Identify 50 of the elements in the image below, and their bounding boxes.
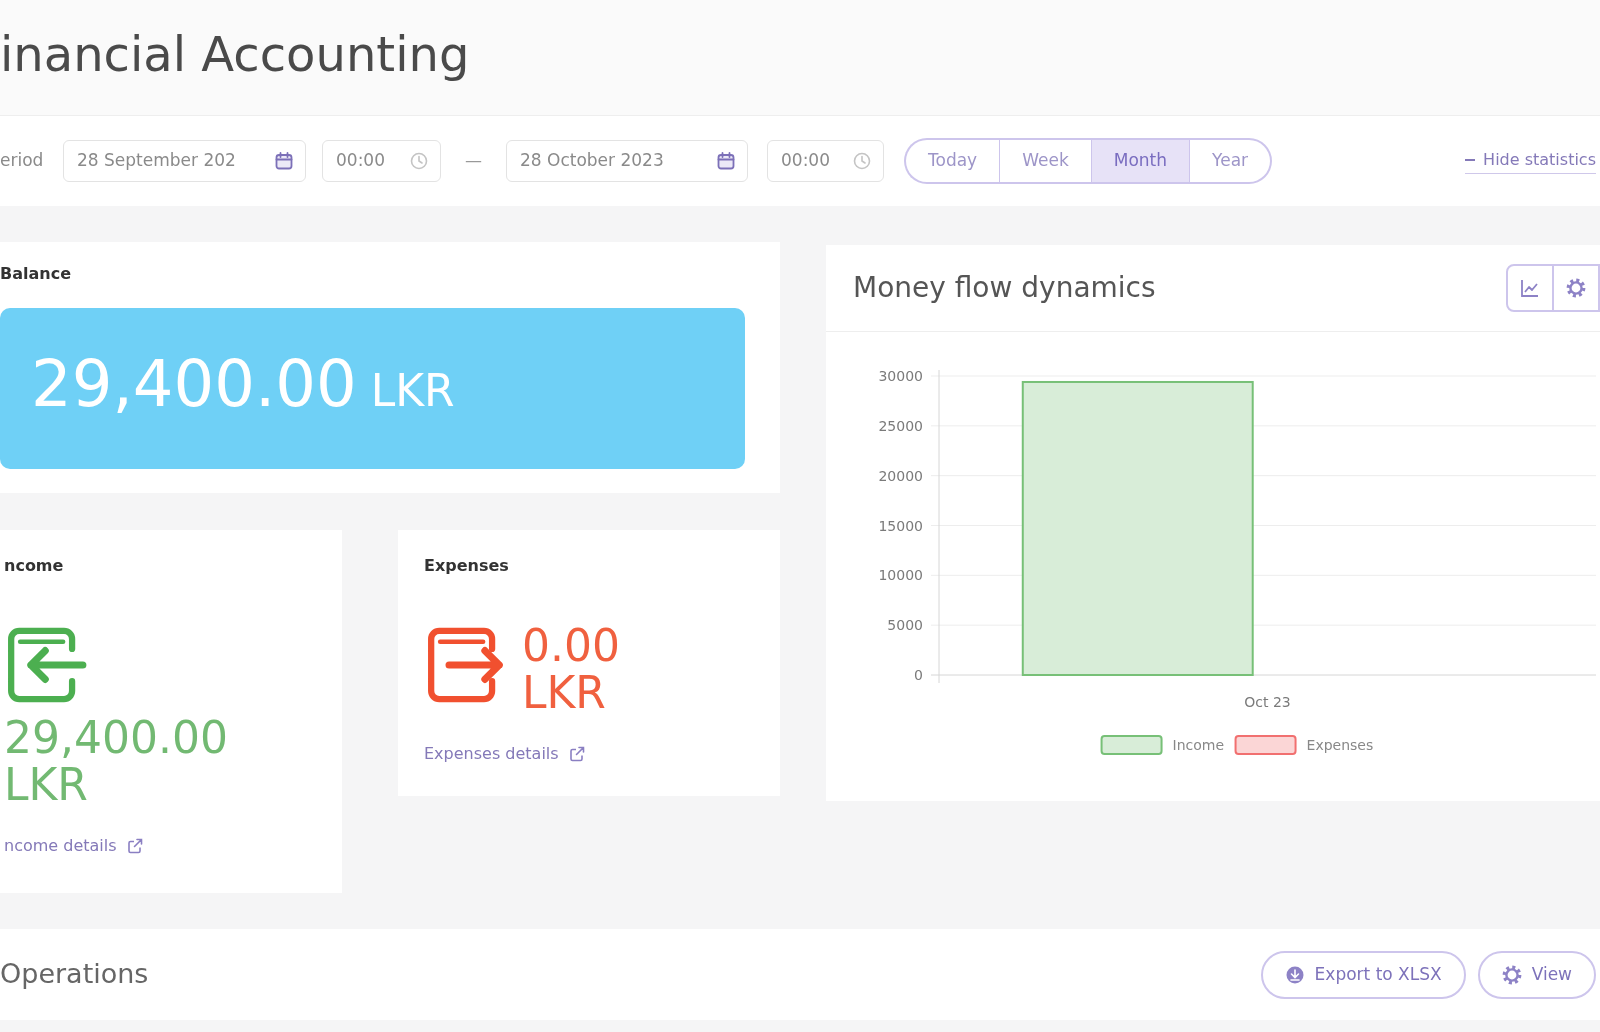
range-tab[interactable]: Today	[904, 138, 1000, 184]
range-tab[interactable]: Year	[1189, 138, 1273, 184]
range-separator: —	[464, 149, 483, 173]
balance-currency: LKR	[370, 368, 455, 413]
card-title: Balance	[0, 263, 72, 285]
chart-type-button[interactable]	[1506, 264, 1554, 312]
details-link[interactable]: ncome details	[4, 834, 143, 858]
range-tab[interactable]: Month	[1090, 138, 1190, 184]
range-tab[interactable]: Week	[999, 138, 1091, 184]
gear-icon	[1566, 278, 1586, 298]
time-field[interactable]: 00:00	[322, 140, 441, 182]
x-axis-label: Oct 23	[1244, 694, 1291, 710]
external-link-icon	[126, 838, 143, 854]
download-icon	[1284, 964, 1305, 985]
y-axis-label: 15000	[878, 517, 923, 534]
external-link-icon	[568, 746, 585, 762]
clock-icon	[853, 152, 871, 170]
chart-settings-button[interactable]	[1554, 264, 1600, 312]
view-button[interactable]: View	[1477, 950, 1596, 999]
card-title: Expenses	[424, 555, 510, 577]
y-axis-label: 10000	[878, 567, 923, 584]
time-field[interactable]: 00:00	[767, 140, 884, 182]
line-chart-icon	[1520, 278, 1540, 298]
card-title: ncome	[4, 555, 65, 577]
hide-statistics-link[interactable]: Hide statistics	[1465, 148, 1596, 174]
export-button[interactable]: Export to XLSX	[1260, 950, 1466, 999]
legend-label[interactable]: Income	[1172, 737, 1225, 753]
calendar-icon	[275, 152, 293, 170]
balance-amount: 29,400.00	[31, 351, 357, 416]
date-field[interactable]: 28 September 202	[63, 140, 306, 182]
calendar-icon	[717, 152, 735, 170]
y-axis-label: 25000	[878, 417, 923, 434]
y-axis-label: 5000	[887, 617, 923, 634]
section-title: Operations	[0, 957, 149, 992]
amount-currency: LKR	[4, 761, 89, 808]
page-title: inancial Accounting	[0, 24, 470, 83]
minus-icon	[1465, 159, 1476, 161]
amount-value: 0.00	[522, 622, 621, 669]
amount-currency: LKR	[522, 669, 607, 716]
details-link[interactable]: Expenses details	[424, 742, 585, 766]
y-axis-label: 30000	[878, 368, 923, 384]
amount-value: 29,400.00	[4, 714, 229, 761]
chart-title: Money flow dynamics	[853, 270, 1156, 306]
date-field[interactable]: 28 October 2023	[506, 140, 748, 182]
y-axis-label: 20000	[878, 467, 923, 484]
legend-label[interactable]: Expenses	[1306, 737, 1374, 753]
period-label: eriod	[0, 149, 45, 173]
clock-icon	[410, 152, 428, 170]
gear-icon	[1501, 964, 1522, 985]
y-axis-label: 0	[914, 667, 923, 683]
